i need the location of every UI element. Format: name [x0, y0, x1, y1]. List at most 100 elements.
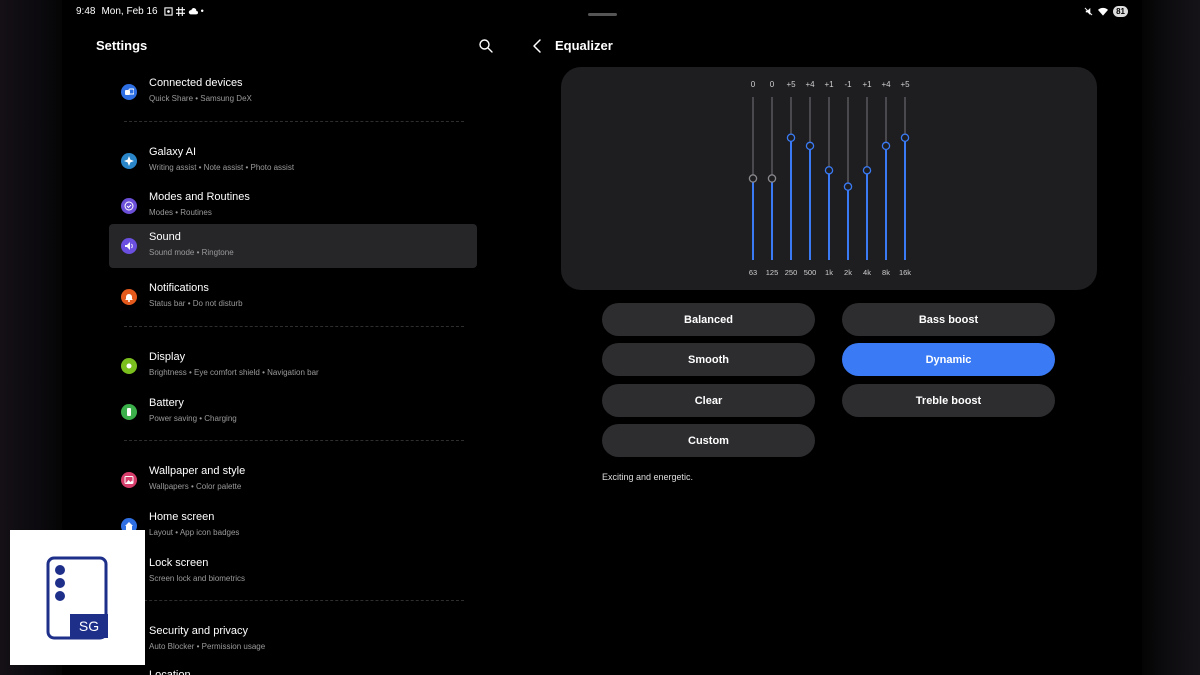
settings-item-security-and-privacy[interactable]: Security and privacy Auto Blocker • Permi… — [109, 618, 477, 662]
sparkle-icon — [121, 153, 137, 169]
settings-item-title: Battery — [149, 397, 184, 409]
preset-treble-boost-button[interactable]: Treble boost — [842, 384, 1055, 417]
status-date: Mon, Feb 16 — [101, 5, 158, 17]
more-notifications-dot: • — [200, 6, 204, 16]
eq-frequency-label-1k: 1k — [825, 268, 833, 277]
sun-icon — [121, 358, 137, 374]
settings-item-subtitle: Brightness • Eye comfort shield • Naviga… — [149, 368, 319, 377]
settings-item-title: Sound — [149, 231, 181, 243]
eq-frequency-label-16k: 16k — [899, 268, 911, 277]
settings-item-sound[interactable]: Sound Sound mode • Ringtone — [109, 224, 477, 268]
settings-item-subtitle: Power saving • Charging — [149, 414, 237, 423]
settings-item-subtitle: Quick Share • Samsung DeX — [149, 94, 252, 103]
eq-knob-250[interactable] — [786, 133, 796, 143]
settings-item-title: Wallpaper and style — [149, 465, 246, 477]
eq-knob-4k[interactable] — [862, 166, 872, 175]
settings-group-divider — [124, 600, 464, 601]
preset-clear-button[interactable]: Clear — [602, 384, 815, 417]
settings-item-wallpaper-and-style[interactable]: Wallpaper and style Wallpapers • Color pa… — [109, 458, 477, 502]
search-icon[interactable] — [478, 38, 494, 54]
back-arrow-icon[interactable] — [531, 38, 545, 54]
settings-title: Settings — [96, 38, 148, 53]
preset-description: Exciting and energetic. — [602, 472, 694, 482]
eq-value-label-125: 0 — [770, 80, 775, 89]
status-time: 9:48 — [76, 5, 96, 17]
eq-value-label-500: +4 — [805, 80, 815, 89]
cloud-icon — [188, 8, 198, 15]
wifi-icon — [1098, 7, 1109, 16]
settings-item-title: Lock screen — [149, 557, 209, 569]
settings-item-subtitle: Modes • Routines — [149, 208, 212, 217]
settings-item-subtitle: Status bar • Do not disturb — [149, 299, 243, 308]
settings-item-subtitle: Writing assist • Note assist • Photo ass… — [149, 163, 295, 172]
link-icon — [121, 84, 137, 100]
phone-logo-icon: SG — [46, 556, 108, 640]
eq-frequency-label-4k: 4k — [863, 268, 871, 277]
eq-knob-125[interactable] — [767, 174, 777, 183]
settings-group-divider — [124, 440, 464, 441]
status-notification-icons: • — [163, 6, 204, 16]
eq-frequency-label-8k: 8k — [882, 268, 890, 277]
right-backdrop — [1142, 0, 1200, 675]
eq-knob-500[interactable] — [805, 141, 815, 151]
eq-frequency-label-63: 63 — [749, 268, 757, 277]
status-bar: 9:48 Mon, Feb 16 • — [76, 4, 204, 18]
settings-item-lock-screen[interactable]: Lock screen Screen lock and biometrics — [109, 550, 477, 594]
status-bar-right: 81 — [1084, 4, 1128, 18]
settings-item-subtitle: Auto Blocker • Permission usage — [149, 642, 266, 651]
image-icon — [121, 472, 137, 488]
eq-knob-16k[interactable] — [900, 133, 910, 143]
check-circle-icon — [121, 198, 137, 214]
settings-item-title: Notifications — [149, 282, 209, 294]
settings-item-notifications[interactable]: Notifications Status bar • Do not disturb — [109, 275, 477, 319]
eq-frequency-label-250: 250 — [785, 268, 798, 277]
mute-icon — [1084, 7, 1093, 15]
screenshot-icon — [163, 6, 173, 16]
settings-item-battery[interactable]: Battery Power saving • Charging — [109, 390, 477, 434]
settings-item-modes-and-routines[interactable]: Modes and Routines Modes • Routines — [109, 184, 477, 228]
eq-knob-2k[interactable] — [843, 182, 853, 191]
eq-value-label-2k: -1 — [844, 80, 852, 89]
preset-smooth-button[interactable]: Smooth — [602, 343, 815, 376]
battery-icon — [121, 404, 137, 420]
settings-item-connected-devices[interactable]: Connected devices Quick Share • Samsung D… — [109, 70, 477, 114]
settings-item-subtitle: Screen lock and biometrics — [149, 574, 246, 583]
bell-icon — [121, 289, 137, 305]
settings-item-title: Location — [149, 669, 191, 675]
equalizer-sliders: 0 63 0 125 +5 250 +4 500 +1 1k -1 2k +1 4k +4 8k +5 16k — [748, 80, 911, 277]
settings-item-subtitle: Wallpapers • Color palette — [149, 482, 242, 491]
settings-group-divider — [124, 121, 464, 122]
multiwindow-handle[interactable] — [588, 13, 617, 16]
grid-icon — [175, 6, 185, 16]
eq-knob-63[interactable] — [748, 174, 758, 183]
preset-bass-boost-button[interactable]: Bass boost — [842, 303, 1055, 336]
speaker-icon — [121, 238, 137, 254]
preset-balanced-button[interactable]: Balanced — [602, 303, 815, 336]
settings-item-title: Display — [149, 351, 186, 363]
svg-text:SG: SG — [79, 618, 99, 634]
settings-item-title: Connected devices — [149, 77, 243, 89]
eq-value-label-250: +5 — [786, 80, 796, 89]
settings-item-title: Home screen — [149, 511, 215, 523]
battery-level: 81 — [1113, 5, 1128, 17]
eq-value-label-1k: +1 — [824, 80, 834, 89]
settings-item-galaxy-ai[interactable]: Galaxy AI Writing assist • Note assist • … — [109, 139, 477, 183]
settings-item-title: Modes and Routines — [149, 191, 250, 203]
equalizer-title: Equalizer — [555, 38, 613, 53]
eq-frequency-label-500: 500 — [804, 268, 817, 277]
settings-item-display[interactable]: Display Brightness • Eye comfort shield •… — [109, 344, 477, 388]
eq-value-label-4k: +1 — [862, 80, 872, 89]
settings-item-subtitle: Layout • App icon badges — [149, 528, 240, 537]
settings-item-home-screen[interactable]: Home screen Layout • App icon badges — [109, 504, 477, 548]
eq-value-label-8k: +4 — [881, 80, 891, 89]
preset-dynamic-button[interactable]: Dynamic — [842, 343, 1055, 376]
tablet-screen: 9:48 Mon, Feb 16 • 81 Settings Connected… — [62, 0, 1142, 675]
eq-knob-8k[interactable] — [881, 141, 891, 151]
sg-logo: SG — [10, 530, 145, 665]
eq-frequency-label-2k: 2k — [844, 268, 852, 277]
eq-value-label-16k: +5 — [900, 80, 910, 89]
settings-item-location[interactable]: Location — [109, 662, 477, 675]
equalizer-card: 0 63 0 125 +5 250 +4 500 +1 1k -1 2k +1 4k +4 8k +5 16k — [561, 67, 1097, 290]
preset-custom-button[interactable]: Custom — [602, 424, 815, 457]
eq-knob-1k[interactable] — [824, 166, 834, 175]
